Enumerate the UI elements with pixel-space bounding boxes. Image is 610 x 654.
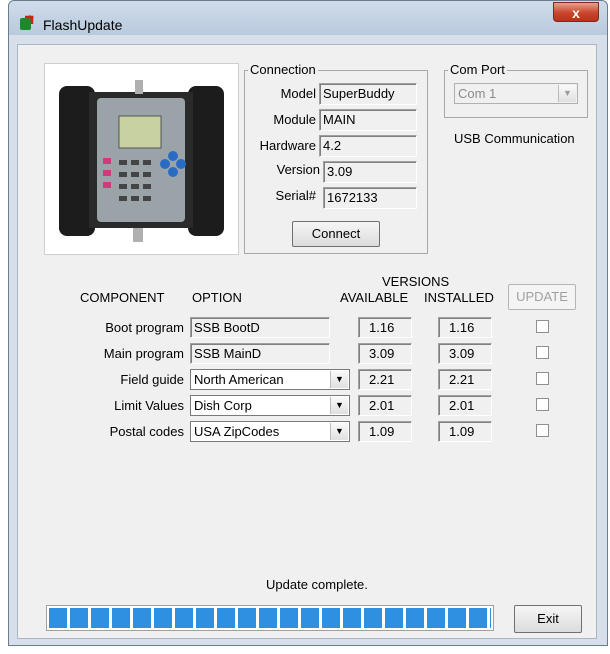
option-select[interactable]: USA ZipCodes ▼ (190, 421, 350, 442)
update-checkbox[interactable] (536, 372, 549, 385)
chevron-down-icon: ▼ (558, 85, 576, 102)
hardware-field: 4.2 (319, 135, 417, 157)
update-checkbox[interactable] (536, 398, 549, 411)
progress-bar-fill (49, 608, 491, 628)
device-photo (44, 63, 239, 255)
version-field: 3.09 (323, 161, 417, 183)
model-label: Model (280, 86, 316, 101)
serial-field: 1672133 (323, 187, 417, 209)
available-version: 2.01 (358, 395, 412, 416)
chevron-down-icon: ▼ (330, 423, 348, 440)
installed-header: INSTALLED (424, 290, 494, 305)
installed-version: 3.09 (438, 343, 492, 364)
update-button[interactable]: UPDATE (508, 284, 576, 310)
com-port-value: Com 1 (458, 86, 497, 101)
versions-header: VERSIONS (382, 274, 450, 289)
component-name: Limit Values (114, 398, 184, 413)
superbuddy-meter-image (59, 80, 224, 242)
available-header: AVAILABLE (340, 290, 409, 305)
available-version: 3.09 (358, 343, 412, 364)
serial-label: Serial# (275, 188, 316, 203)
installed-version: 2.01 (438, 395, 492, 416)
option-value: Dish Corp (194, 398, 252, 413)
option-value: North American (194, 372, 284, 387)
available-version: 1.09 (358, 421, 412, 442)
option-field: SSB BootD (190, 317, 330, 338)
flashupdate-app-icon (20, 15, 34, 30)
installed-version: 1.09 (438, 421, 492, 442)
close-button[interactable]: x (553, 2, 599, 22)
available-version: 1.16 (358, 317, 412, 338)
flashupdate-window: FlashUpdate x Connection Model SuperBudd… (8, 0, 608, 646)
component-name: Boot program (105, 320, 184, 335)
chevron-down-icon: ▼ (330, 371, 348, 388)
window-title: FlashUpdate (43, 17, 123, 33)
installed-version: 2.21 (438, 369, 492, 390)
module-field: MAIN (319, 109, 417, 131)
option-field: SSB MainD (190, 343, 330, 364)
client-area: Connection Model SuperBuddy Module MAIN … (17, 44, 597, 639)
update-checkbox[interactable] (536, 346, 549, 359)
com-port-legend: Com Port (448, 62, 507, 77)
progress-bar (46, 605, 494, 631)
model-field: SuperBuddy (319, 83, 417, 105)
option-value: USA ZipCodes (194, 424, 280, 439)
hardware-label: Hardware (259, 138, 316, 153)
option-select[interactable]: North American ▼ (190, 369, 350, 390)
component-name: Field guide (120, 372, 184, 387)
chevron-down-icon: ▼ (330, 397, 348, 414)
component-header: COMPONENT (80, 290, 165, 305)
component-name: Postal codes (109, 424, 184, 439)
option-select[interactable]: Dish Corp ▼ (190, 395, 350, 416)
installed-version: 1.16 (438, 317, 492, 338)
component-name: Main program (103, 346, 184, 361)
usb-communication-status: USB Communication (454, 131, 575, 146)
connect-button[interactable]: Connect (292, 221, 380, 247)
option-header: OPTION (192, 290, 242, 305)
connection-legend: Connection (248, 62, 318, 77)
update-checkbox[interactable] (536, 424, 549, 437)
exit-button[interactable]: Exit (514, 605, 582, 633)
available-version: 2.21 (358, 369, 412, 390)
com-port-select[interactable]: Com 1 ▼ (454, 83, 578, 104)
version-label: Version (276, 162, 320, 177)
module-label: Module (273, 112, 316, 127)
status-text: Update complete. (266, 577, 368, 592)
title-bar[interactable]: FlashUpdate (9, 1, 607, 35)
update-checkbox[interactable] (536, 320, 549, 333)
